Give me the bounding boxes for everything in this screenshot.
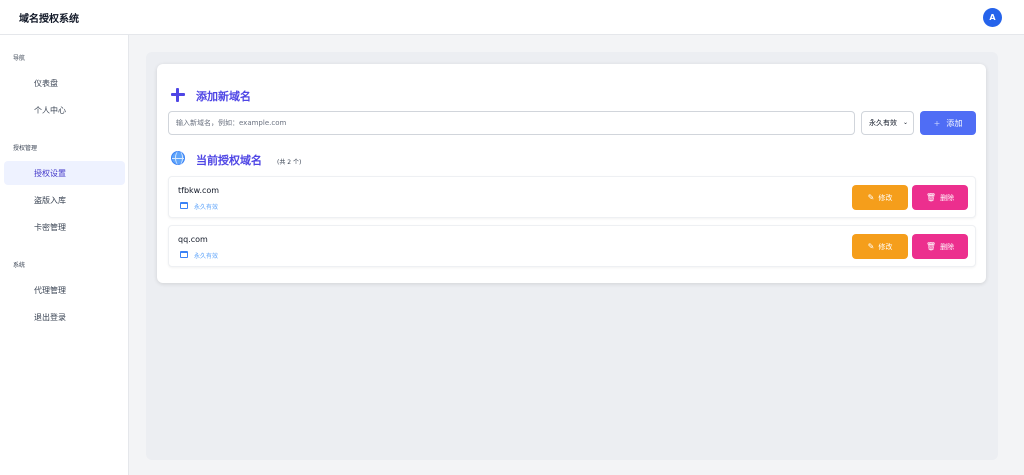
domain-name: qq.com: [178, 235, 208, 244]
top-bar: 域名授权系统 A: [0, 0, 1024, 35]
sidebar-item-label: 盗版入库: [34, 195, 66, 205]
duration-select[interactable]: 永久有效 ⌄: [861, 111, 914, 135]
domain-input[interactable]: [168, 111, 855, 135]
validity-text: 永久有效: [194, 204, 219, 211]
sidebar-item-label: 仪表盘: [34, 78, 58, 88]
sidebar-item-logout[interactable]: 退出登录: [4, 305, 125, 329]
sidebar-item-license-settings[interactable]: 授权设置: [4, 161, 125, 185]
sidebar-item-label: 退出登录: [34, 312, 66, 322]
sidebar-item-dashboard[interactable]: 仪表盘: [4, 71, 125, 95]
duration-selected-value: 永久有效: [869, 119, 897, 127]
list-item: tfbkw.com 永久有效 ✎ 修改 🗑 删除: [168, 176, 976, 218]
domain-name: tfbkw.com: [178, 186, 220, 195]
add-domain-title: 添加新域名: [196, 90, 251, 103]
chevron-down-icon: ⌄: [902, 119, 908, 126]
avatar[interactable]: A: [983, 8, 1002, 27]
sidebar-item-label: 卡密管理: [34, 222, 66, 232]
validity-text: 永久有效: [194, 253, 219, 260]
trash-icon: 🗑: [925, 193, 937, 202]
delete-button-label: 删除: [940, 193, 955, 202]
edit-button-label: 修改: [878, 193, 893, 202]
edit-button[interactable]: ✎ 修改: [852, 234, 908, 259]
plus-icon: [170, 87, 186, 103]
sidebar-item-label: 个人中心: [34, 105, 66, 115]
calendar-icon: [180, 251, 188, 258]
add-domain-button[interactable]: + 添加: [920, 111, 976, 135]
edit-button-label: 修改: [878, 242, 893, 251]
pencil-icon: ✎: [867, 193, 875, 202]
add-button-label: 添加: [946, 118, 963, 128]
delete-button[interactable]: 🗑 删除: [912, 185, 968, 210]
sidebar-item-card-keys[interactable]: 卡密管理: [4, 215, 125, 239]
delete-button[interactable]: 🗑 删除: [912, 234, 968, 259]
edit-button[interactable]: ✎ 修改: [852, 185, 908, 210]
delete-button-label: 删除: [940, 242, 955, 251]
app-title: 域名授权系统: [19, 14, 79, 25]
trash-icon: 🗑: [925, 242, 937, 251]
sidebar-item-label: 代理管理: [34, 285, 66, 295]
current-domains-title: 当前授权域名: [196, 154, 262, 167]
list-item: qq.com 永久有效 ✎ 修改 🗑 删除: [168, 225, 976, 267]
sidebar-item-agents[interactable]: 代理管理: [4, 278, 125, 302]
plus-icon: +: [933, 118, 941, 128]
sidebar-item-label: 授权设置: [34, 168, 66, 178]
sidebar-item-piracy-records[interactable]: 盗版入库: [4, 188, 125, 212]
sidebar-section-title: 导航: [13, 55, 26, 62]
pencil-icon: ✎: [867, 242, 875, 251]
sidebar-item-profile[interactable]: 个人中心: [4, 98, 125, 122]
scrollbar[interactable]: [1017, 35, 1024, 475]
domain-count: (共 2 个): [277, 159, 302, 166]
sidebar-section-title: 系统: [13, 262, 26, 269]
sidebar-section-title: 授权管理: [13, 145, 38, 152]
sidebar: 导航 仪表盘 个人中心 授权管理 授权设置 盗版入库 卡密管理 系统 代理管理 …: [0, 35, 129, 475]
globe-icon: [171, 151, 185, 165]
calendar-icon: [180, 202, 188, 209]
